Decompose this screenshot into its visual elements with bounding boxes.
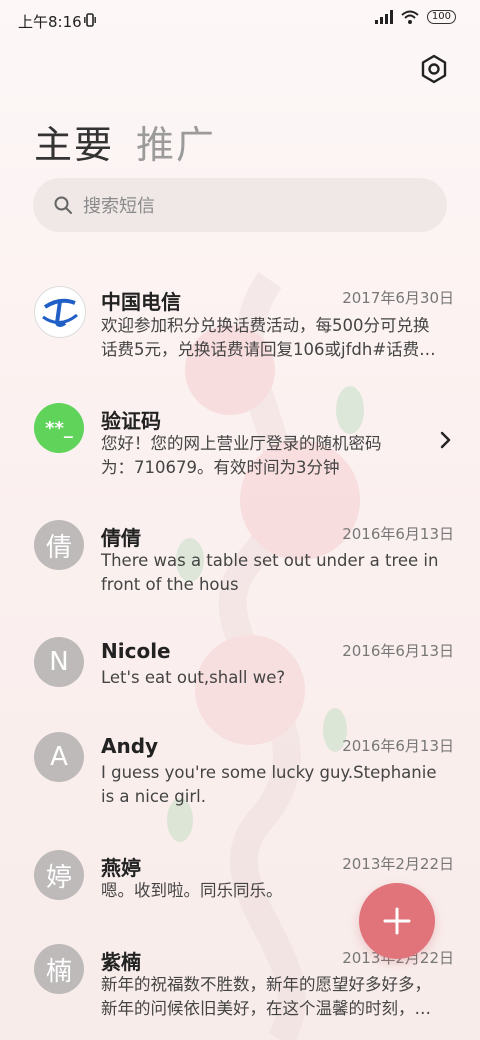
sender-name: Nicole [101,639,171,663]
avatar: 婷 [34,850,84,900]
message-item[interactable]: 倩 倩倩 2016年6月13日 There was a table set ou… [34,520,454,600]
message-item[interactable]: 中国电信 2017年6月30日 欢迎参加积分兑换话费活动，每500分可兑换 话费… [34,284,454,364]
message-preview: 欢迎参加积分兑换话费活动，每500分可兑换 话费5元，兑换话费请回复106或jf… [101,316,436,359]
avatar: 倩 [34,520,84,570]
avatar: A [34,732,84,782]
wifi-icon [401,10,419,24]
status-bar: 上午8:16 100 [0,0,480,40]
avatar: **_ [34,403,84,453]
sender-name: 验证码 [101,409,161,433]
sender-name: 中国电信 [101,290,181,314]
message-preview: 新年的祝福数不胜数，新年的愿望好多好多， 新年的问候依旧美好，在这个温馨的时刻，… [101,975,431,1018]
avatar: N [34,637,84,687]
plus-icon [383,907,411,935]
sender-name: Andy [101,734,159,758]
sender-name: 倩倩 [101,526,141,550]
sender-name: 紫楠 [101,950,141,974]
message-preview: I guess you're some lucky guy.Stephanie … [101,763,437,806]
status-time: 上午8:16 [18,13,82,31]
battery-indicator: 100 [426,10,456,24]
signal-icon [374,10,393,24]
tab-promotion[interactable]: 推广 [136,114,216,169]
vibrate-icon [84,13,96,27]
telecom-logo-icon [38,290,82,334]
message-preview: There was a table set out under a tree i… [101,551,439,594]
message-preview: Let's eat out,shall we? [101,668,286,687]
tab-main[interactable]: 主要 [34,114,114,169]
message-preview: 您好！您的网上营业厅登录的随机密码 为：710679。有效时间为3分钟 [101,434,382,477]
sender-name: 燕婷 [101,856,141,880]
message-date: 2016年6月13日 [342,642,454,660]
avatar: 楠 [34,944,84,994]
chevron-right-icon[interactable] [440,431,452,449]
search-icon [54,196,72,214]
message-item[interactable]: **_ 验证码 您好！您的网上营业厅登录的随机密码 为：710679。有效时间为… [34,403,454,483]
search-placeholder: 搜索短信 [83,196,155,217]
compose-button[interactable] [359,883,435,959]
message-item[interactable]: A Andy 2016年6月13日 I guess you're some lu… [34,732,454,812]
telecom-logo-avatar [34,286,86,338]
message-date: 2013年2月22日 [342,855,454,873]
message-date: 2016年6月13日 [342,737,454,755]
settings-button[interactable] [419,54,449,84]
message-date: 2017年6月30日 [342,289,454,307]
search-input[interactable]: 搜索短信 [33,178,447,232]
tab-bar: 主要 推广 [34,114,216,169]
message-date: 2016年6月13日 [342,525,454,543]
settings-hexagon-icon [421,54,447,84]
message-item[interactable]: N Nicole 2016年6月13日 Let's eat out,shall … [34,637,454,693]
